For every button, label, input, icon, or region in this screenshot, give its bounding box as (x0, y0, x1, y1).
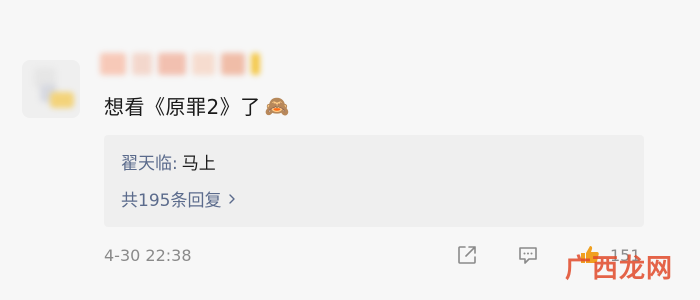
comment-timestamp: 4-30 22:38 (104, 246, 192, 265)
monkey-emoji-icon: 🙈 (264, 93, 291, 118)
comment-text: 想看《原罪2》了 🙈 (104, 91, 290, 120)
comment-icon (519, 247, 537, 264)
watermark-logo: 广西龙网 (565, 254, 674, 284)
username-obscured[interactable] (100, 52, 260, 76)
comment-body: 想看《原罪2》了 (104, 95, 261, 119)
reply-preview-box[interactable]: 翟天临: 马上 共195条回复 (104, 135, 644, 227)
reply-author[interactable]: 翟天临: (121, 149, 178, 174)
reply-line: 翟天临: 马上 (121, 149, 216, 174)
reply-count-label: 共195条回复 (121, 191, 222, 211)
comment-button[interactable] (516, 243, 540, 267)
avatar[interactable] (22, 60, 80, 118)
comment-card: 想看《原罪2》了 🙈 翟天临: 马上 共195条回复 4-30 22:38 15… (0, 0, 700, 300)
view-replies-link[interactable]: 共195条回复 (121, 186, 237, 211)
share-button[interactable] (455, 243, 479, 267)
reply-content: 马上 (181, 154, 216, 174)
chevron-right-icon (229, 193, 236, 204)
share-icon (458, 246, 476, 264)
